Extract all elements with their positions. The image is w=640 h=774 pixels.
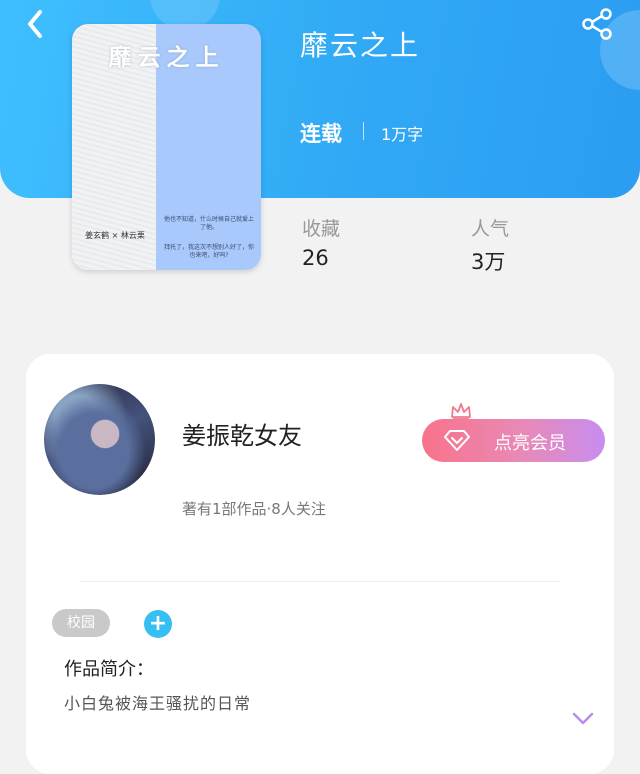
status-divider [363,122,364,140]
cover-authors: 姜玄鹤 × 林云栗 [85,231,145,240]
avatar[interactable] [44,384,155,495]
book-cover[interactable]: 靡云之上 姜玄鹤 × 林云栗 他也不知道，什么时候自己就爱上了他。 拜托了，我这… [72,24,261,270]
chevron-down-icon[interactable] [572,712,594,726]
stat-value-popularity: 3万 [471,250,506,274]
intro-text: 小白兔被海王骚扰的日常 [64,694,252,713]
word-count: 1万字 [381,125,424,144]
author-meta: 著有1部作品·8人关注 [182,500,326,518]
vip-button-label: 点亮会员 [494,433,566,454]
intro-heading: 作品简介： [64,659,154,680]
stat-value-favorites: 26 [302,246,329,270]
author-name[interactable]: 姜振乾女友 [182,416,302,451]
section-divider [80,581,560,582]
share-icon [582,8,612,40]
share-button[interactable] [578,6,618,42]
add-tag-button[interactable]: + [144,610,172,638]
cover-blurb: 他也不知道，什么时候自己就爱上了他。 [163,216,254,231]
vip-button[interactable]: 点亮会员 [422,419,605,462]
stat-label-favorites: 收藏 [302,218,341,240]
genre-tag[interactable]: 校园 [52,609,110,637]
crown-icon [451,403,471,420]
stat-label-popularity: 人气 [471,218,510,240]
serial-status: 连载 [300,122,342,146]
diamond-icon [444,430,470,451]
chevron-left-icon [28,10,42,38]
book-title: 靡云之上 [300,29,421,62]
cover-title: 靡云之上 [108,44,225,71]
back-button[interactable] [18,6,54,42]
cover-blurb: 拜托了，我这次不想别人好了，你也来吧，好吗? [163,244,254,259]
